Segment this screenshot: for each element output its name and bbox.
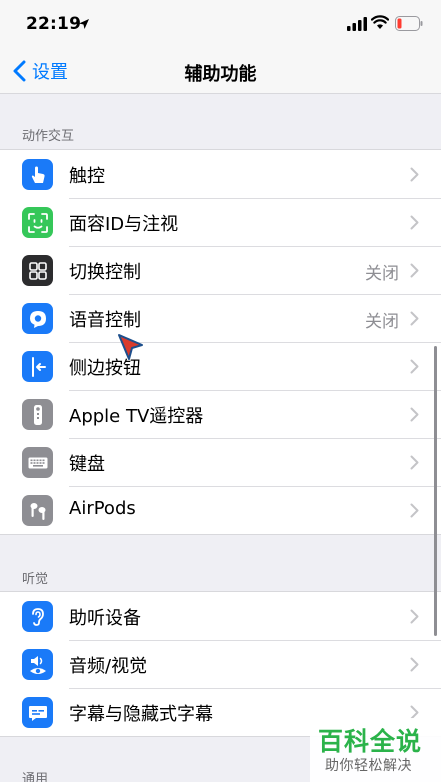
row-hearing-devices[interactable]: 助听设备	[0, 592, 441, 640]
cellular-signal-icon	[347, 17, 367, 31]
row-apple-tv-remote[interactable]: Apple TV遥控器	[0, 390, 441, 438]
airpods-icon	[22, 495, 53, 526]
voice-control-icon	[22, 303, 53, 334]
chevron-right-icon	[410, 359, 419, 374]
scroll-indicator[interactable]	[434, 346, 437, 636]
row-label: 语音控制	[69, 310, 141, 331]
section-header-general: 通用	[22, 772, 49, 782]
watermark-title: 百科全说	[318, 727, 423, 756]
row-label: 字幕与隐藏式字幕	[69, 704, 213, 725]
page-title: 辅助功能	[184, 64, 257, 85]
audio-visual-icon	[22, 649, 53, 680]
navigation-bar: 设置 辅助功能	[0, 48, 441, 94]
row-keyboard[interactable]: 键盘	[0, 438, 441, 486]
watermark-subtitle: 助你轻松解决	[325, 758, 412, 774]
chevron-right-icon	[410, 407, 419, 422]
chevron-right-icon	[410, 167, 419, 182]
status-time: 22:19	[26, 14, 82, 34]
settings-group-interaction: 触控 面容ID与注视 切换控制 关闭 语音控制 关闭 侧边按钮 Apple TV…	[0, 149, 441, 535]
row-label: AirPods	[69, 498, 136, 519]
section-header-hearing: 听觉	[22, 572, 49, 587]
battery-icon	[395, 16, 423, 31]
row-face-id[interactable]: 面容ID与注视	[0, 198, 441, 246]
chevron-right-icon	[410, 503, 419, 518]
row-value: 关闭	[365, 312, 399, 332]
row-label: 键盘	[69, 454, 105, 475]
row-label: Apple TV遥控器	[69, 406, 204, 427]
row-airpods[interactable]: AirPods	[0, 486, 441, 534]
status-bar: 22:19	[0, 0, 441, 48]
row-voice-control[interactable]: 语音控制 关闭	[0, 294, 441, 342]
row-value: 关闭	[365, 264, 399, 284]
switch-control-icon	[22, 255, 53, 286]
watermark-logo: 百科全说 助你轻松解决	[310, 718, 441, 782]
hand-touch-icon	[22, 159, 53, 190]
row-side-button[interactable]: 侧边按钮	[0, 342, 441, 390]
row-label: 触控	[69, 166, 105, 187]
row-switch-control[interactable]: 切换控制 关闭	[0, 246, 441, 294]
keyboard-icon	[22, 447, 53, 478]
row-label: 音频/视觉	[69, 656, 148, 677]
settings-group-hearing: 助听设备 音频/视觉 字幕与隐藏式字幕	[0, 591, 441, 737]
chevron-right-icon	[410, 609, 419, 624]
row-label: 助听设备	[69, 608, 141, 629]
side-button-icon	[22, 351, 53, 382]
face-id-icon	[22, 207, 53, 238]
chevron-right-icon	[410, 263, 419, 278]
ear-icon	[22, 601, 53, 632]
location-arrow-icon	[79, 19, 89, 29]
chevron-right-icon	[410, 657, 419, 672]
row-label: 面容ID与注视	[69, 214, 179, 235]
row-touch[interactable]: 触控	[0, 150, 441, 198]
chevron-right-icon	[410, 455, 419, 470]
section-header-interaction: 动作交互	[22, 129, 75, 144]
row-audio-visual[interactable]: 音频/视觉	[0, 640, 441, 688]
chevron-right-icon	[410, 215, 419, 230]
row-label: 切换控制	[69, 262, 141, 283]
remote-icon	[22, 399, 53, 430]
cursor-icon	[118, 334, 143, 360]
wifi-icon	[371, 15, 389, 29]
chevron-right-icon	[410, 311, 419, 326]
subtitles-icon	[22, 697, 53, 728]
